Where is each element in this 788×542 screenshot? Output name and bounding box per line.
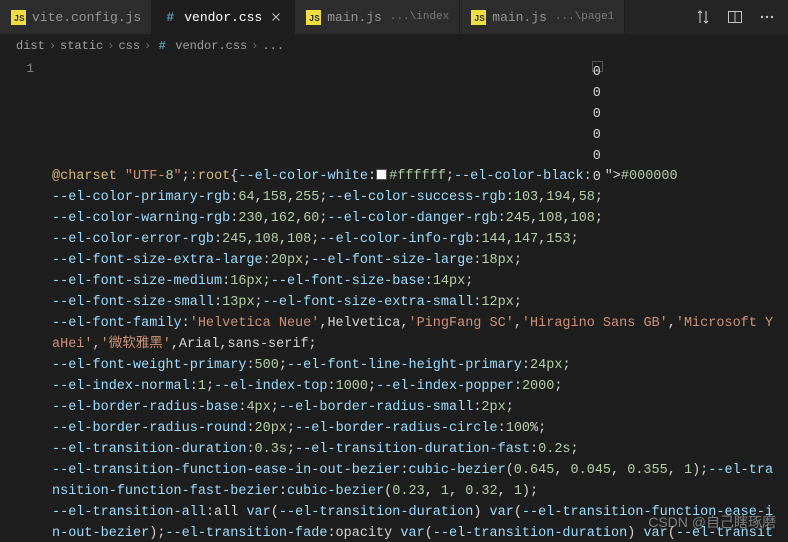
- breadcrumb-trail[interactable]: ...: [262, 39, 284, 53]
- tab-label: main.js: [492, 10, 547, 25]
- tab-main-page1[interactable]: JS main.js ...\page1: [460, 0, 625, 34]
- chevron-right-icon: ›: [251, 39, 258, 53]
- tabs-bar: JS vite.config.js # vendor.css JS main.j…: [0, 0, 788, 35]
- breadcrumb-segment[interactable]: css: [118, 39, 140, 53]
- tab-label: main.js: [327, 10, 382, 25]
- split-editor-icon[interactable]: [726, 8, 744, 26]
- tab-vendor-css[interactable]: # vendor.css: [152, 0, 295, 34]
- line-gutter: 1: [0, 59, 52, 542]
- line-number: 1: [0, 61, 34, 76]
- tab-actions: [682, 0, 788, 34]
- js-icon: JS: [10, 9, 26, 25]
- breadcrumb: dist › static › css › # vendor.css › ...: [0, 35, 788, 57]
- tab-sublabel: ...\page1: [555, 11, 614, 23]
- close-icon[interactable]: [268, 9, 284, 25]
- compare-icon[interactable]: [694, 8, 712, 26]
- js-icon: JS: [470, 9, 486, 25]
- editor[interactable]: 1 @charset "UTF-8";:root{--el-color-whit…: [0, 57, 788, 542]
- tab-label: vite.config.js: [32, 10, 141, 25]
- more-icon[interactable]: [758, 8, 776, 26]
- css-icon: #: [162, 9, 178, 25]
- chevron-right-icon: ›: [49, 39, 56, 53]
- tab-vite-config[interactable]: JS vite.config.js: [0, 0, 152, 34]
- tab-main-index[interactable]: JS main.js ...\index: [295, 0, 460, 34]
- code-content[interactable]: @charset "UTF-8";:root{--el-color-white:…: [52, 59, 788, 542]
- tab-sublabel: ...\index: [390, 11, 449, 23]
- css-icon: #: [155, 39, 169, 53]
- breadcrumb-segment[interactable]: dist: [16, 39, 45, 53]
- tab-label: vendor.css: [184, 10, 262, 25]
- chevron-right-icon: ›: [107, 39, 114, 53]
- breadcrumb-segment[interactable]: static: [60, 39, 103, 53]
- chevron-right-icon: ›: [144, 39, 151, 53]
- js-icon: JS: [305, 9, 321, 25]
- breadcrumb-file[interactable]: vendor.css: [175, 39, 247, 53]
